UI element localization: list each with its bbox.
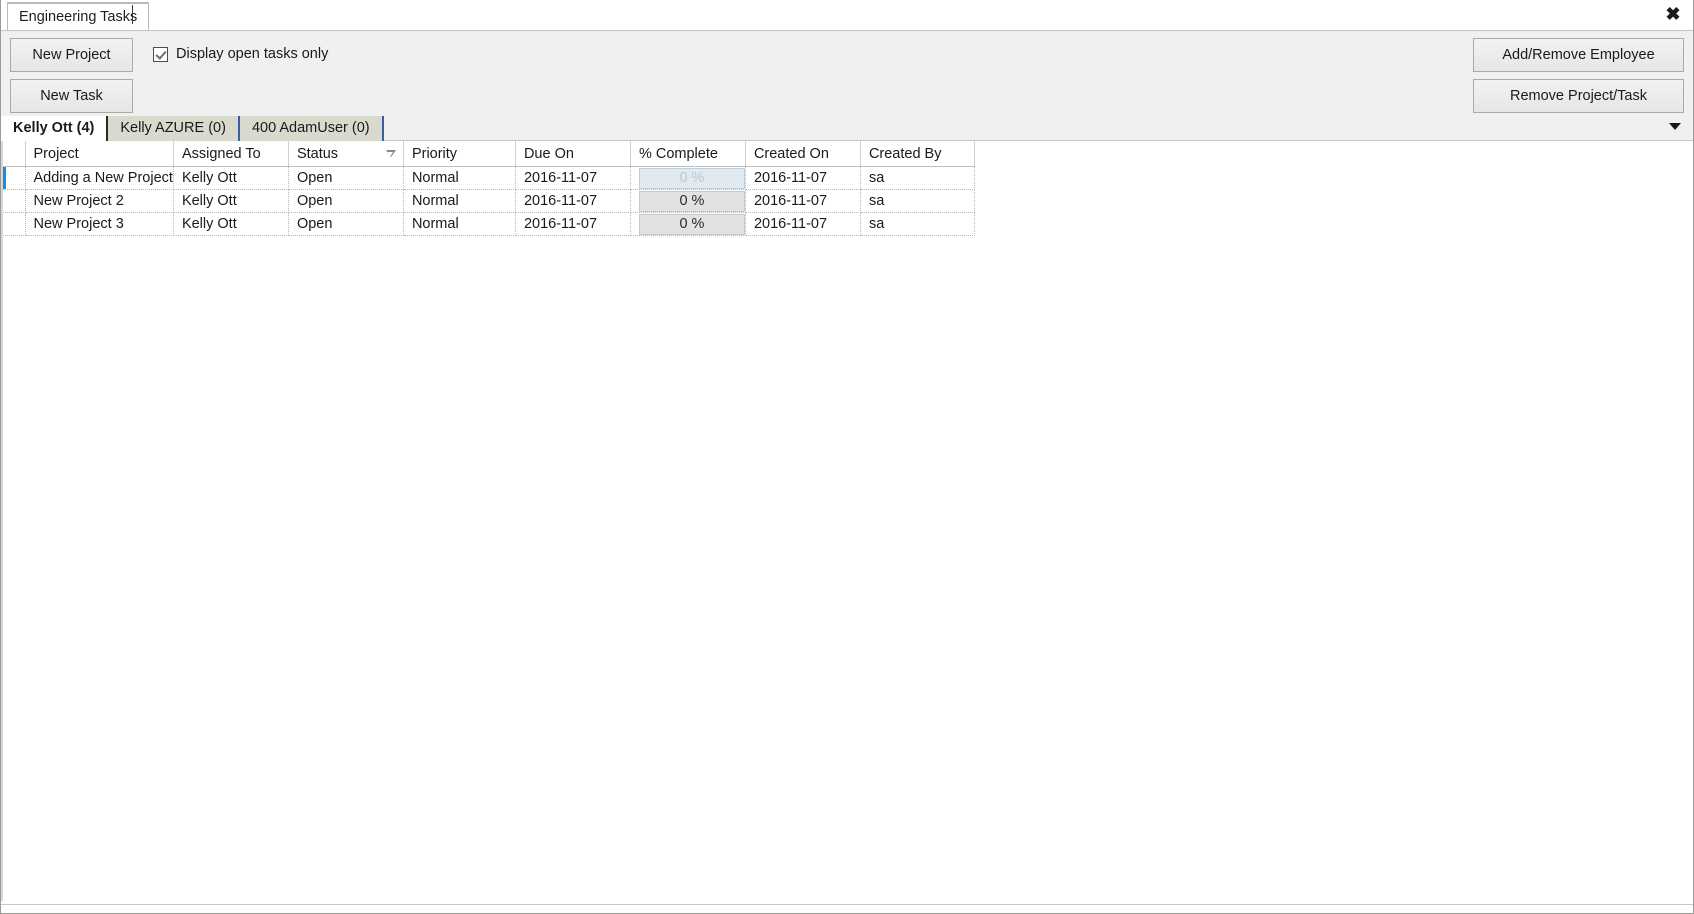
cell-project[interactable]: New Project 2 <box>25 189 174 213</box>
text-caret <box>132 5 133 24</box>
column-header-label: Created By <box>868 145 942 162</box>
new-task-button[interactable]: New Task <box>10 79 133 113</box>
display-open-tasks-only-group: Display open tasks only <box>153 46 328 62</box>
cell-pct_complete[interactable]: 0 % <box>630 166 746 190</box>
column-header-project[interactable]: Project <box>25 141 174 167</box>
toolbar: New Project New Task Display open tasks … <box>1 31 1693 116</box>
employee-tab-label: Kelly AZURE (0) <box>120 120 226 136</box>
column-header-label: Created On <box>753 145 829 162</box>
row-selection-indicator <box>3 167 6 189</box>
cell-created_by[interactable]: sa <box>860 189 975 213</box>
employee-tabs-container: Kelly Ott (4) Kelly AZURE (0) 400 AdamUser… <box>1 116 384 141</box>
table-row[interactable]: New Project 2 Kelly Ott Open Normal 2016-11-… <box>3 189 975 213</box>
cell-due_on[interactable]: 2016-11-07 <box>515 166 631 190</box>
row-header-cell[interactable] <box>3 189 26 213</box>
column-header-due_on[interactable]: Due On <box>515 141 631 167</box>
add-remove-employee-button[interactable]: Add/Remove Employee <box>1473 38 1684 72</box>
sort-descending-icon <box>385 150 396 157</box>
cell-assigned_to[interactable]: Kelly Ott <box>173 189 289 213</box>
column-header-label: Project <box>33 145 79 162</box>
cell-created_by[interactable]: sa <box>860 212 975 236</box>
cell-status[interactable]: Open <box>288 189 404 213</box>
display-open-tasks-only-checkbox[interactable] <box>153 46 168 62</box>
row-header-cell[interactable] <box>3 166 26 190</box>
employee-tab-0[interactable]: Kelly Ott (4) <box>1 116 109 141</box>
employee-tab-label: 400 AdamUser (0) <box>251 120 370 136</box>
cell-due_on[interactable]: 2016-11-07 <box>515 212 631 236</box>
cell-due_on[interactable]: 2016-11-07 <box>515 189 631 213</box>
column-header-label: Priority <box>411 145 458 162</box>
application-window: Engineering Tasks ✖ New Project New Task… <box>0 0 1694 914</box>
display-open-tasks-only-label: Display open tasks only <box>176 46 329 62</box>
column-header-label: Status <box>296 145 339 162</box>
employee-tab-1[interactable]: Kelly AZURE (0) <box>108 116 240 141</box>
column-header-created_on[interactable]: Created On <box>745 141 861 167</box>
cell-pct_complete[interactable]: 0 % <box>630 189 746 213</box>
chevron-down-icon[interactable] <box>1669 123 1681 130</box>
cell-priority[interactable]: Normal <box>403 189 516 213</box>
column-header-priority[interactable]: Priority <box>403 141 516 167</box>
column-header-label: Due On <box>523 145 574 162</box>
row-selection-indicator <box>3 213 6 235</box>
cell-project[interactable]: New Project 3 <box>25 212 174 236</box>
document-tab-label: Engineering Tasks <box>19 9 138 25</box>
cell-status[interactable]: Open <box>288 212 404 236</box>
progress-bar[interactable]: 0 % <box>638 213 745 235</box>
table-row[interactable]: New Project 3 Kelly Ott Open Normal 2016-11-… <box>3 212 975 236</box>
cell-priority[interactable]: Normal <box>403 166 516 190</box>
cell-created_by[interactable]: sa <box>860 166 975 190</box>
employee-tab-2[interactable]: 400 AdamUser (0) <box>239 116 384 141</box>
table-row[interactable]: Adding a New Project Kelly Ott Open Normal 2… <box>3 166 975 190</box>
cell-assigned_to[interactable]: Kelly Ott <box>173 212 289 236</box>
cell-pct_complete[interactable]: 0 % <box>630 212 746 236</box>
cell-priority[interactable]: Normal <box>403 212 516 236</box>
remove-project-task-button[interactable]: Remove Project/Task <box>1473 79 1684 113</box>
column-header-pct_complete[interactable]: % Complete <box>630 141 746 167</box>
progress-bar[interactable]: 0 % <box>638 167 745 189</box>
column-header-status[interactable]: Status <box>288 141 404 167</box>
row-selection-indicator <box>3 190 6 212</box>
employee-tab-label: Kelly Ott (4) <box>13 120 95 136</box>
task-grid-area: Project Assigned To Status Priority Due On % … <box>1 141 1693 901</box>
column-header-label: Assigned To <box>181 145 261 162</box>
row-header-cell[interactable] <box>3 212 26 236</box>
progress-bar[interactable]: 0 % <box>638 190 745 212</box>
cell-created_on[interactable]: 2016-11-07 <box>745 166 861 190</box>
document-tab-engineering-tasks[interactable]: Engineering Tasks <box>7 2 150 30</box>
task-grid-header-row: Project Assigned To Status Priority Due On % … <box>3 141 975 167</box>
row-header-corner <box>3 141 26 167</box>
cell-status[interactable]: Open <box>288 166 404 190</box>
cell-created_on[interactable]: 2016-11-07 <box>745 212 861 236</box>
cell-assigned_to[interactable]: Kelly Ott <box>173 166 289 190</box>
employee-tabstrip: Kelly Ott (4) Kelly AZURE (0) 400 AdamUser… <box>1 116 1693 141</box>
column-header-assigned_to[interactable]: Assigned To <box>173 141 289 167</box>
task-grid: Project Assigned To Status Priority Due On % … <box>3 141 975 236</box>
bottom-status-strip <box>1 904 1693 913</box>
cell-project[interactable]: Adding a New Project <box>25 166 174 190</box>
close-icon[interactable]: ✖ <box>1662 3 1684 25</box>
document-tabstrip: Engineering Tasks ✖ <box>1 0 1693 31</box>
column-header-created_by[interactable]: Created By <box>860 141 975 167</box>
cell-created_on[interactable]: 2016-11-07 <box>745 189 861 213</box>
new-project-button[interactable]: New Project <box>10 38 133 72</box>
task-grid-body: Adding a New Project Kelly Ott Open Normal 2… <box>3 166 975 236</box>
column-header-label: % Complete <box>638 145 718 162</box>
